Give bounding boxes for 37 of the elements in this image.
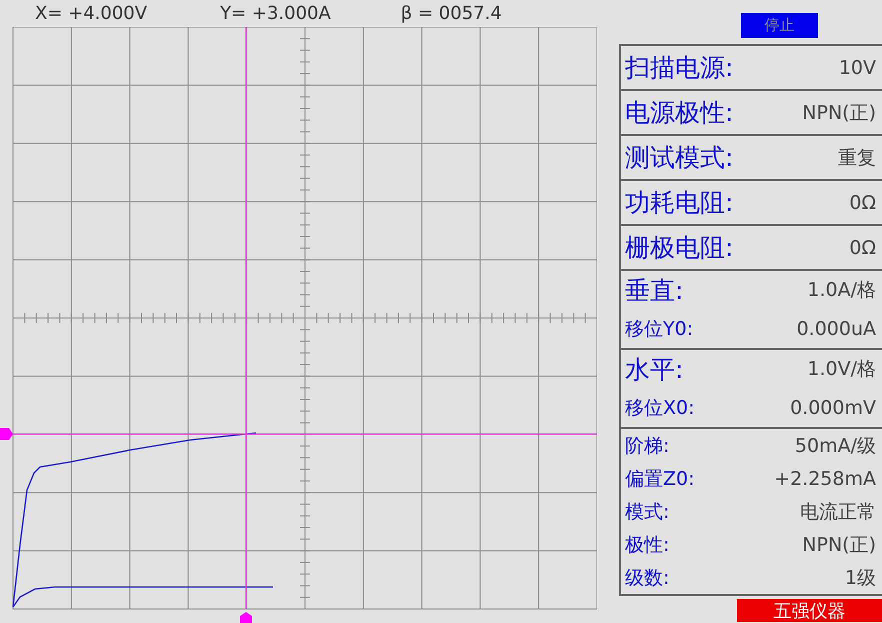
setting-value: 重复 [838, 146, 876, 170]
setting-label: 栅极电阻: [625, 232, 734, 264]
readout: X= +4.000V [35, 3, 148, 24]
cursor-line[interactable] [245, 27, 247, 609]
setting-label: 水平: [625, 354, 684, 386]
cursor-line[interactable] [13, 433, 597, 435]
cursor-marker-icon[interactable] [240, 612, 252, 623]
setting-value: NPN(正) [802, 100, 876, 126]
setting-value: 0Ω [849, 192, 876, 214]
setting-label: 级数: [625, 566, 670, 590]
setting-label: 移位X0: [625, 396, 695, 420]
setting-value: 50mA/级 [794, 434, 876, 458]
setting-value: 1.0V/格 [807, 357, 876, 382]
setting-value: NPN(正) [802, 532, 876, 558]
setting-value: 电流正常 [800, 500, 876, 524]
setting-label: 电源极性: [625, 97, 734, 129]
setting-label: 垂直: [625, 274, 684, 306]
setting-value: 0Ω [849, 236, 876, 258]
stop-button[interactable]: 停止 [741, 13, 818, 38]
readout: β = 0057.4 [400, 3, 502, 24]
setting-value: 0.000mV [790, 396, 876, 418]
setting-label: 扫描电源: [625, 52, 734, 84]
brand-label: 五强仪器 [737, 599, 882, 622]
setting-value: 1.0A/格 [807, 278, 876, 303]
readout: Y= +3.000A [220, 3, 331, 24]
setting-value: 1级 [844, 566, 876, 590]
setting-label: 偏置Z0: [625, 466, 695, 492]
setting-value: 10V [838, 56, 876, 78]
setting-label: 功耗电阻: [625, 187, 734, 219]
setting-label: 极性: [625, 532, 670, 558]
setting-label: 阶梯: [625, 434, 670, 458]
setting-label: 测试模式: [625, 142, 734, 174]
cursor-marker-icon[interactable] [0, 428, 13, 440]
setting-label: 模式: [625, 500, 670, 524]
setting-value: 0.000uA [796, 318, 876, 340]
setting-value: +2.258mA [774, 468, 876, 490]
setting-label: 移位Y0: [625, 316, 694, 342]
